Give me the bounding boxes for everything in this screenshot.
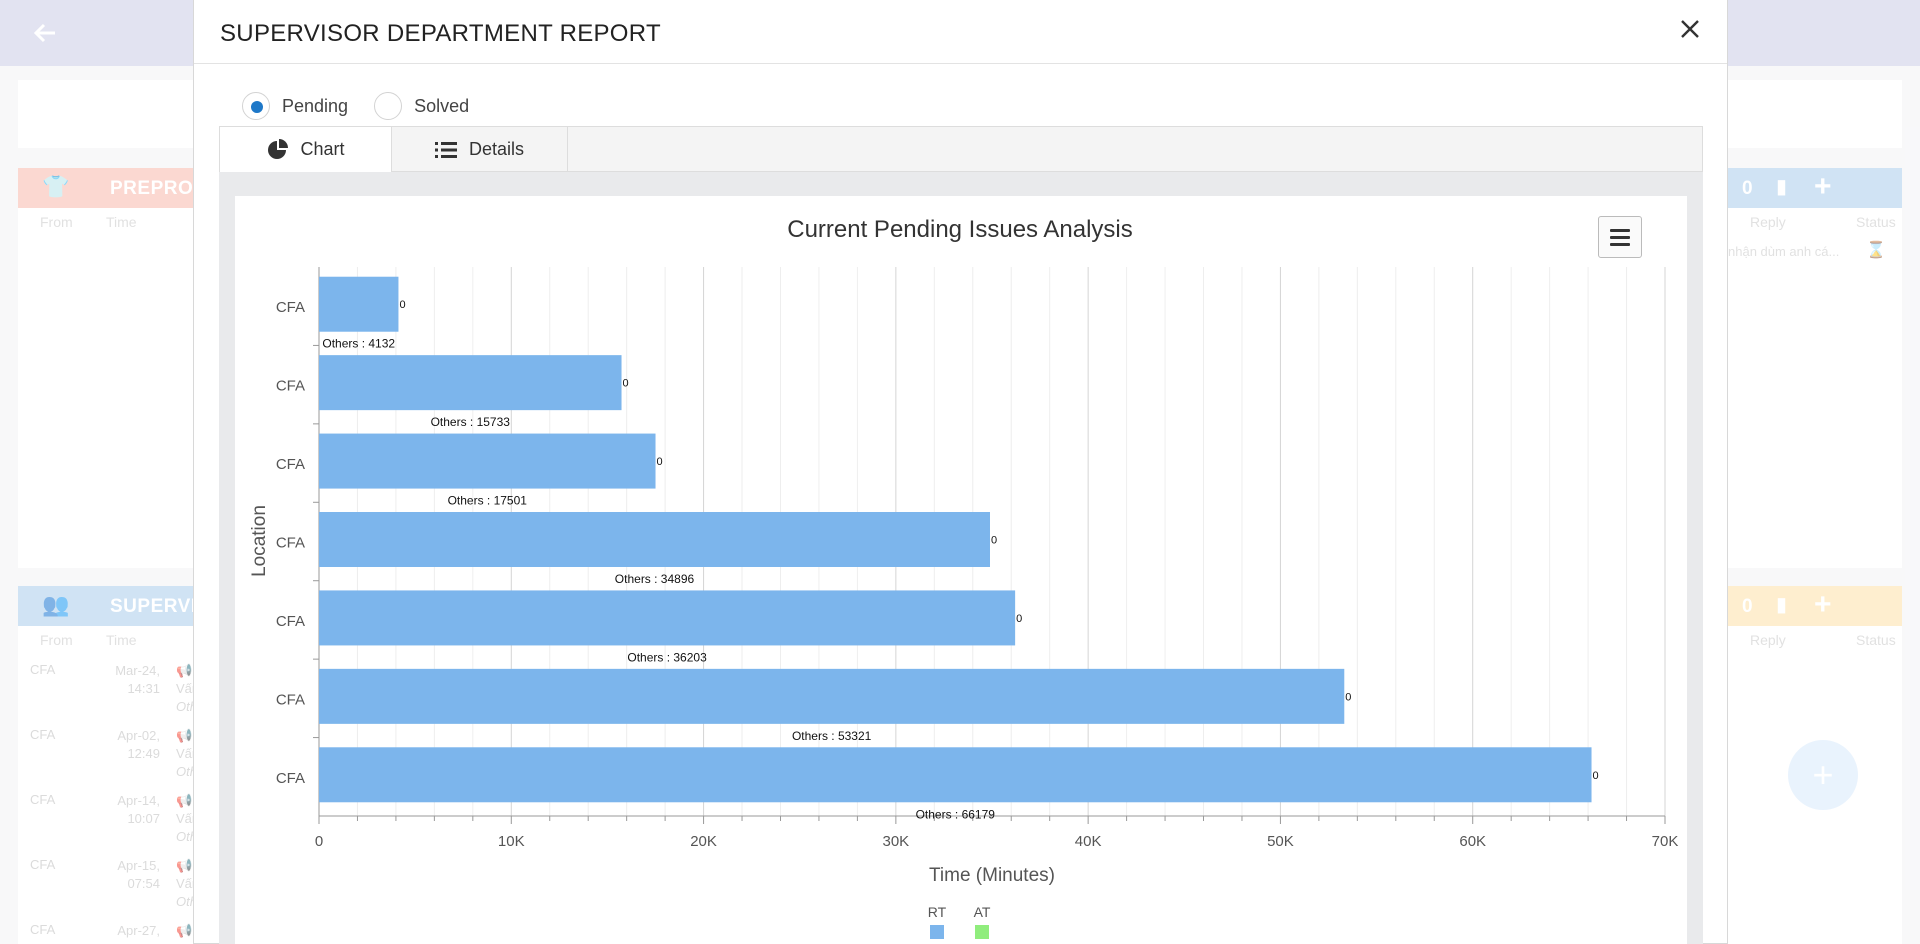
tab-chart-label: Chart <box>300 139 345 159</box>
report-modal: SUPERVISOR DEPARTMENT REPORT Pending Sol… <box>193 0 1728 944</box>
list-icon <box>434 141 457 158</box>
modal-title: SUPERVISOR DEPARTMENT REPORT <box>220 20 661 47</box>
close-icon[interactable] <box>1675 16 1705 46</box>
radio-solved-dot[interactable] <box>374 92 403 120</box>
chart-area <box>219 172 1703 944</box>
chart-menu-button[interactable] <box>1598 216 1642 258</box>
report-tabs: Chart Details <box>219 126 1703 172</box>
radio-pending-label: Pending <box>282 95 349 116</box>
modal-header: SUPERVISOR DEPARTMENT REPORT <box>194 0 1727 64</box>
status-radio-group: Pending Solved <box>242 91 495 121</box>
radio-pending-dot[interactable] <box>242 92 270 120</box>
radio-pending[interactable]: Pending <box>242 92 348 120</box>
chart-card <box>235 196 1687 944</box>
radio-solved-label: Solved <box>414 95 470 116</box>
tab-chart[interactable]: Chart <box>220 127 392 172</box>
radio-solved[interactable]: Solved <box>374 92 469 120</box>
pie-chart-icon <box>268 138 289 159</box>
tab-details-label: Details <box>468 139 525 159</box>
tab-details[interactable]: Details <box>392 127 568 172</box>
